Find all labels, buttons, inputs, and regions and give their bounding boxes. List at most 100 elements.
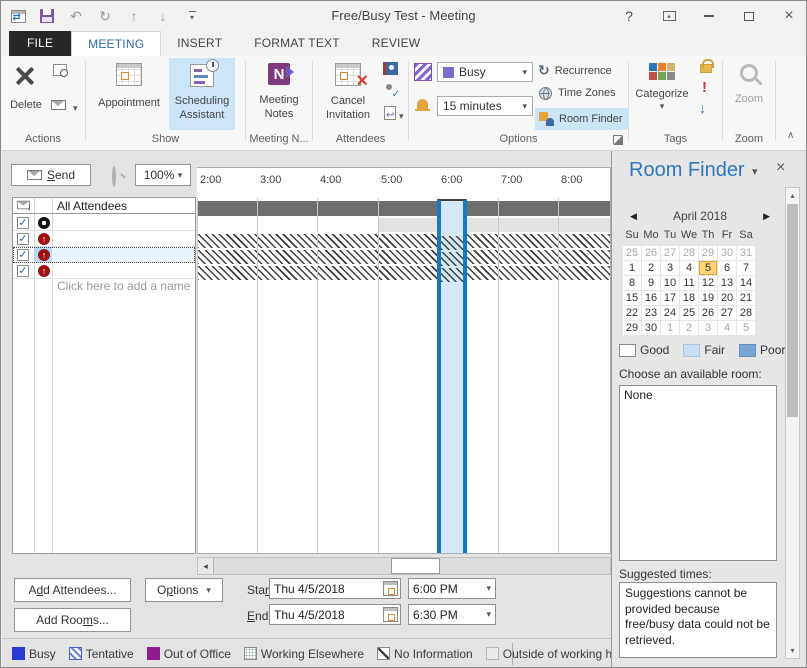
response-options-dropdown-icon[interactable]: ▾ xyxy=(399,111,404,122)
room-list-item[interactable]: None xyxy=(620,386,776,404)
high-importance-icon[interactable]: ! xyxy=(702,79,707,96)
calendar-day[interactable]: 3 xyxy=(661,261,679,275)
calendar-day[interactable]: 21 xyxy=(737,291,755,305)
delete-button[interactable]: Delete xyxy=(3,98,49,112)
calendar-day[interactable]: 3 xyxy=(699,321,717,335)
cancel-invitation-button[interactable]: × Cancel Invitation xyxy=(317,59,379,129)
add-rooms-button[interactable]: Add Rooms... xyxy=(14,608,131,632)
calendar-day[interactable]: 12 xyxy=(699,276,717,290)
calendar-day[interactable]: 28 xyxy=(680,246,698,260)
pane-scrollbar[interactable]: ▴ ▾ xyxy=(785,187,800,659)
options-dialog-launcher-icon[interactable] xyxy=(613,135,622,144)
attendee-checkbox[interactable]: ✓ xyxy=(17,265,29,277)
calendar-day[interactable]: 26 xyxy=(642,246,660,260)
calendar-day[interactable]: 9 xyxy=(642,276,660,290)
check-names-icon[interactable] xyxy=(383,84,397,97)
calendar-day[interactable]: 25 xyxy=(623,246,641,260)
grid-zoom-select[interactable]: 100% ▾ xyxy=(135,164,191,186)
meeting-notes-button[interactable]: N Meeting Notes xyxy=(249,59,309,129)
calendar-day[interactable]: 7 xyxy=(737,261,755,275)
address-book-icon[interactable] xyxy=(383,62,398,75)
open-item-icon[interactable] xyxy=(53,64,67,76)
end-time-select[interactable]: 6:30 PM▾ xyxy=(408,604,496,625)
calendar-day[interactable]: 31 xyxy=(737,246,755,260)
calendar-day[interactable]: 1 xyxy=(661,321,679,335)
calendar-day[interactable]: 24 xyxy=(661,306,679,320)
calendar-day[interactable]: 4 xyxy=(680,261,698,275)
calendar-day[interactable]: 17 xyxy=(661,291,679,305)
forward-dropdown-icon[interactable]: ▾ xyxy=(73,103,78,114)
calendar-day[interactable]: 14 xyxy=(737,276,755,290)
calendar-next-icon[interactable]: ▶ xyxy=(763,211,770,222)
time-zones-button[interactable]: Time Zones xyxy=(539,86,616,100)
response-options-icon[interactable] xyxy=(384,106,396,120)
calendar-day[interactable]: 4 xyxy=(718,321,736,335)
tab-file[interactable]: FILE xyxy=(9,31,71,56)
scroll-left-icon[interactable]: ◂ xyxy=(198,558,214,574)
recurrence-button[interactable]: ↻ Recurrence xyxy=(538,62,612,79)
calendar-day[interactable]: 29 xyxy=(699,246,717,260)
categorize-button[interactable]: Categorize ▾ xyxy=(629,59,695,131)
calendar-day[interactable]: 15 xyxy=(623,291,641,305)
calendar-day[interactable]: 28 xyxy=(737,306,755,320)
minimize-icon[interactable] xyxy=(696,5,722,27)
grid-horizontal-scrollbar[interactable]: ◂ xyxy=(197,557,611,575)
selected-time-slot[interactable] xyxy=(437,199,467,554)
calendar-day[interactable]: 22 xyxy=(623,306,641,320)
available-rooms-listbox[interactable]: None xyxy=(619,385,777,561)
calendar-day[interactable]: 8 xyxy=(623,276,641,290)
tab-insert[interactable]: INSERT xyxy=(161,31,238,56)
tab-format-text[interactable]: FORMAT TEXT xyxy=(238,31,356,56)
attendee-checkbox[interactable]: ✓ xyxy=(17,233,29,245)
calendar-day[interactable]: 26 xyxy=(699,306,717,320)
attendee-checkbox[interactable]: ✓ xyxy=(17,217,29,229)
attendee-row[interactable]: ✓ xyxy=(13,215,195,231)
calendar-day[interactable]: 1 xyxy=(623,261,641,275)
private-lock-icon[interactable] xyxy=(700,64,712,73)
start-date-picker-icon[interactable] xyxy=(383,581,398,596)
pane-close-icon[interactable]: × xyxy=(776,159,785,177)
help-icon[interactable]: ? xyxy=(616,5,642,27)
calendar-day[interactable]: 19 xyxy=(699,291,717,305)
room-finder-button[interactable]: Room Finder xyxy=(535,108,628,130)
calendar-day[interactable]: 20 xyxy=(718,291,736,305)
free-busy-grid[interactable]: 2:003:004:005:006:007:008:00 xyxy=(197,167,611,554)
calendar-day[interactable]: 18 xyxy=(680,291,698,305)
low-importance-icon[interactable]: ↓ xyxy=(699,100,706,116)
calendar-day-selected[interactable]: 5 xyxy=(699,261,717,275)
appointment-button[interactable]: Appointment xyxy=(91,59,167,129)
scrollbar-thumb[interactable] xyxy=(391,558,440,574)
calendar-day[interactable]: 11 xyxy=(680,276,698,290)
close-icon[interactable]: × xyxy=(776,5,802,27)
calendar-day[interactable]: 16 xyxy=(642,291,660,305)
start-date-field[interactable]: Thu 4/5/2018 xyxy=(269,578,401,599)
calendar-day[interactable]: 23 xyxy=(642,306,660,320)
attendee-row[interactable]: ✓↑ xyxy=(13,263,195,279)
calendar-day[interactable]: 6 xyxy=(718,261,736,275)
show-as-select[interactable]: Busy▾ xyxy=(437,62,533,82)
start-time-select[interactable]: 6:00 PM▾ xyxy=(408,578,496,599)
calendar-day[interactable]: 30 xyxy=(642,321,660,335)
attendee-row[interactable]: ✓↑ xyxy=(13,247,195,263)
calendar-day[interactable]: 27 xyxy=(718,306,736,320)
calendar-day[interactable]: 5 xyxy=(737,321,755,335)
scheduling-assistant-button[interactable]: Scheduling Assistant xyxy=(169,58,235,130)
pane-scrollbar-thumb[interactable] xyxy=(787,204,798,417)
calendar-day[interactable]: 30 xyxy=(718,246,736,260)
options-button[interactable]: Options▾ xyxy=(145,578,223,602)
end-date-field[interactable]: Thu 4/5/2018 xyxy=(269,604,401,625)
calendar-day[interactable]: 27 xyxy=(661,246,679,260)
attendee-row[interactable]: ✓↑ xyxy=(13,231,195,247)
calendar-day[interactable]: 25 xyxy=(680,306,698,320)
collapse-ribbon-icon[interactable]: ∧ xyxy=(787,130,794,141)
calendar-day[interactable]: 2 xyxy=(680,321,698,335)
forward-icon[interactable] xyxy=(51,100,66,110)
calendar-day[interactable]: 2 xyxy=(642,261,660,275)
add-attendees-button[interactable]: Add Attendees... xyxy=(14,578,131,602)
calendar-day[interactable]: 13 xyxy=(718,276,736,290)
add-attendee-placeholder[interactable]: Click here to add a name xyxy=(57,279,190,293)
scroll-up-icon[interactable]: ▴ xyxy=(786,189,799,202)
pane-options-icon[interactable]: ▾ xyxy=(752,165,758,178)
calendar-day[interactable]: 29 xyxy=(623,321,641,335)
calendar-day[interactable]: 10 xyxy=(661,276,679,290)
